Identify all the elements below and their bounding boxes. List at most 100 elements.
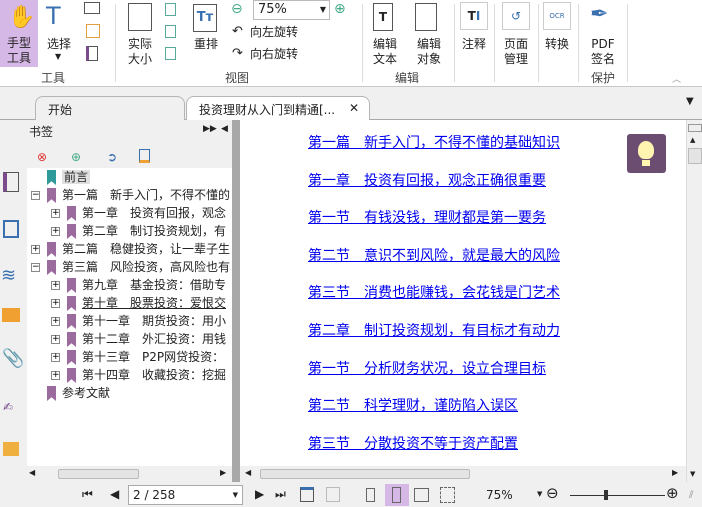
layers-icon[interactable]: ≋ <box>1 265 16 286</box>
collapse-icon[interactable]: − <box>31 263 40 272</box>
expand-icon[interactable]: + <box>31 245 40 254</box>
next-page-icon[interactable]: ▶ <box>255 487 264 501</box>
bookmark-item[interactable]: 参考文献 <box>47 384 110 402</box>
toc-link[interactable]: 第一节 分析财务状况，设立合理目标 <box>308 358 546 378</box>
tab-list-dropdown-icon[interactable]: ▼ <box>686 96 694 107</box>
collapse-panel-icon[interactable]: ◀ <box>221 124 228 134</box>
convert-button[interactable]: 转换 <box>540 37 574 52</box>
scroll-left-icon[interactable]: ◀ <box>29 468 35 477</box>
rotate-left-button[interactable]: 向左旋转 <box>250 25 298 40</box>
page-number-input[interactable]: 2 / 258 ▼ <box>128 485 243 505</box>
collapse-icon[interactable]: − <box>31 191 40 200</box>
toc-link[interactable]: 第三节 消费也能赚钱，会花钱是门艺术 <box>308 282 560 302</box>
previous-view-icon[interactable] <box>300 487 314 502</box>
scroll-thumb[interactable] <box>260 469 470 479</box>
add-bookmark-icon[interactable]: ⊕ <box>71 150 81 164</box>
document-horizontal-scrollbar[interactable]: ◀ ▶ <box>240 466 686 482</box>
zoom-select[interactable]: 75% ▼ <box>253 0 330 20</box>
expand-icon[interactable]: + <box>51 227 60 236</box>
toc-link[interactable]: 第二章 制订投资规划，有目标才有动力 <box>308 320 560 340</box>
first-page-icon[interactable]: ⏮ <box>82 487 93 502</box>
bookmark-properties-icon[interactable] <box>139 149 150 163</box>
clipboard-icon[interactable] <box>86 24 100 38</box>
zoom-in-icon[interactable]: ⊕ <box>666 484 679 502</box>
bookmark-item[interactable]: 第三篇 风险投资，高风险也有 <box>47 258 230 276</box>
bookmark-item[interactable]: 第一章 投资有回报，观念 <box>67 204 226 222</box>
edit-text-button[interactable]: 编辑 文本 <box>368 37 402 67</box>
edit-object-button[interactable]: 编辑 对象 <box>409 37 449 67</box>
vertical-scrollbar[interactable]: ▲ ▼ <box>686 120 702 482</box>
tab-document[interactable]: 投资理财从入门到精通[... ✕ <box>186 96 370 121</box>
panel-splitter[interactable] <box>232 120 240 482</box>
bookmark-horizontal-scrollbar[interactable]: ◀ ▶ <box>25 466 232 482</box>
expand-icon[interactable]: + <box>51 353 60 362</box>
zoom-out-icon[interactable]: ⊖ <box>231 1 243 17</box>
single-page-icon[interactable] <box>366 488 375 502</box>
scroll-up-icon[interactable]: ▲ <box>690 136 695 144</box>
annotate-button[interactable]: 注释 <box>458 37 490 52</box>
fit-visible-icon[interactable] <box>165 47 176 60</box>
reflow-button[interactable]: 重排 <box>190 37 222 52</box>
bookmark-item[interactable]: 前言 <box>47 168 91 186</box>
scroll-left-icon[interactable]: ◀ <box>245 468 251 477</box>
bookmark-item[interactable]: 第十一章 期货投资：用小 <box>67 312 226 330</box>
expand-icon[interactable]: + <box>51 299 60 308</box>
expand-icon[interactable]: + <box>51 209 60 218</box>
bookmark-item[interactable]: 第二章 制订投资规划，有 <box>67 222 226 240</box>
bookmark-item[interactable]: 第十章 股票投资：爱恨交 <box>67 294 226 312</box>
attachment-icon[interactable]: 📎 <box>2 348 24 369</box>
delete-bookmark-icon[interactable]: ⊗ <box>37 150 47 164</box>
scroll-right-icon[interactable]: ▶ <box>220 468 226 477</box>
toc-link[interactable]: 第一篇 新手入门，不得不懂的基础知识 <box>308 132 560 152</box>
scroll-thumb[interactable] <box>688 148 702 164</box>
goto-bookmark-icon[interactable]: ➲ <box>107 150 117 164</box>
scroll-thumb[interactable] <box>58 469 139 479</box>
expand-icon[interactable]: + <box>51 371 60 380</box>
zoom-slider[interactable] <box>570 490 665 500</box>
prev-page-icon[interactable]: ◀ <box>110 487 119 501</box>
bookmark-panel-icon[interactable] <box>3 172 19 192</box>
pages-icon[interactable] <box>3 220 19 238</box>
scroll-down-icon[interactable]: ▼ <box>690 470 695 478</box>
zoom-in-icon[interactable]: ⊕ <box>334 1 346 17</box>
zoom-slider-thumb[interactable] <box>604 490 608 500</box>
close-icon[interactable]: ✕ <box>349 101 359 115</box>
select-button[interactable]: 选择 <box>42 37 76 52</box>
bookmark-item[interactable]: 第十二章 外汇投资：用钱 <box>67 330 226 348</box>
camera-icon[interactable] <box>84 2 100 14</box>
continuous-facing-icon[interactable] <box>440 487 455 503</box>
bookmark-item[interactable]: 第一篇 新手入门，不得不懂的 <box>47 186 230 204</box>
page-icon[interactable] <box>86 46 98 61</box>
comments-icon[interactable] <box>2 308 20 322</box>
pdf-sign-button[interactable]: PDF 签名 <box>585 37 621 67</box>
resize-grip-icon[interactable]: ⫽ <box>689 490 693 501</box>
toc-link[interactable]: 第一节 有钱没钱，理财都是第一要务 <box>308 207 546 227</box>
lock-icon[interactable] <box>3 442 19 456</box>
expand-icon[interactable]: + <box>51 317 60 326</box>
tip-button[interactable] <box>627 134 666 173</box>
facing-page-icon[interactable] <box>414 488 429 502</box>
rotate-right-button[interactable]: 向右旋转 <box>250 47 298 62</box>
next-view-icon[interactable] <box>326 487 340 502</box>
zoom-dropdown-icon[interactable]: ▼ <box>537 490 542 498</box>
signature-icon[interactable]: ✍ <box>3 400 13 414</box>
toc-link[interactable]: 第三节 分散投资不等于资产配置 <box>308 433 518 453</box>
toc-link[interactable]: 第二节 意识不到风险，就是最大的风险 <box>308 245 560 265</box>
bookmark-item[interactable]: 第二篇 稳健投资，让一辈子生 <box>47 240 230 258</box>
expand-icon[interactable]: + <box>51 335 60 344</box>
fit-page-icon[interactable] <box>165 3 176 16</box>
bookmark-item[interactable]: 第九章 基金投资：借助专 <box>67 276 226 294</box>
toc-link[interactable]: 第二节 科学理财，谨防陷入误区 <box>308 395 518 415</box>
page-manage-button[interactable]: 页面 管理 <box>496 37 536 67</box>
fit-width-icon[interactable] <box>165 25 176 38</box>
bookmark-item[interactable]: 第十三章 P2P网贷投资： <box>67 348 224 366</box>
bookmark-item[interactable]: 第十四章 收藏投资：挖掘 <box>67 366 226 384</box>
tab-start[interactable]: 开始 <box>35 96 185 120</box>
expand-icon[interactable]: + <box>51 281 60 290</box>
split-handle[interactable] <box>688 124 702 132</box>
actual-size-button[interactable]: 实际 大小 <box>122 37 158 67</box>
chevron-up-icon[interactable]: ︿ <box>672 72 681 85</box>
toc-link[interactable]: 第一章 投资有回报，观念正确很重要 <box>308 170 546 190</box>
zoom-out-icon[interactable]: ⊖ <box>546 484 559 502</box>
expand-panel-icon[interactable]: ▶▶ <box>203 124 217 134</box>
